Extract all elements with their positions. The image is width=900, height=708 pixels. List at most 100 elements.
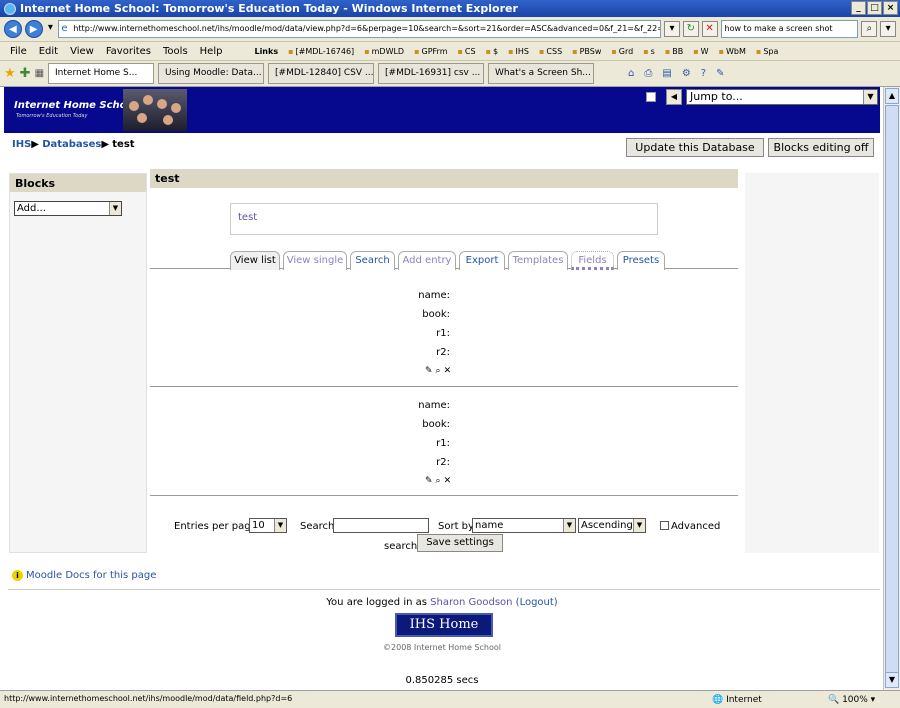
menu-file[interactable]: File	[10, 46, 27, 57]
user-link[interactable]: Sharon Goodson	[430, 597, 512, 608]
entries-per-page-value: 10	[252, 520, 265, 531]
refresh-icon[interactable]: ↻	[682, 21, 699, 37]
right-column	[745, 173, 879, 553]
edit-icon[interactable]: ✎	[425, 476, 433, 486]
add-favorite-icon[interactable]: ✚	[20, 66, 31, 81]
scroll-up-icon[interactable]: ▲	[885, 88, 899, 104]
home-icon[interactable]: ⌂	[628, 68, 634, 79]
link-item[interactable]: PBSw	[572, 47, 602, 56]
page-icon[interactable]: ▤	[662, 68, 671, 79]
sort-by-select[interactable]: name ▼	[472, 518, 576, 533]
moodle-docs-link[interactable]: i Moodle Docs for this page	[12, 570, 156, 581]
maximize-button[interactable]: □	[867, 1, 882, 15]
menu-help[interactable]: Help	[200, 46, 223, 57]
entries-per-page-select[interactable]: 10 ▼	[249, 518, 287, 533]
menu-tools[interactable]: Tools	[163, 46, 188, 57]
browser-tab[interactable]: Internet Home S...	[48, 63, 155, 84]
browser-tab[interactable]: [#MDL-12840] CSV ...	[268, 63, 375, 84]
help-icon[interactable]: ?	[701, 68, 706, 79]
links-toolbar: Links [#MDL-16746] mDWLD GPFrm CS $ IHS …	[254, 47, 778, 56]
tab-fields[interactable]: Fields	[571, 251, 614, 270]
browser-tab[interactable]: Using Moodle: Data...	[158, 63, 265, 84]
history-dropdown-icon[interactable]: ▾	[46, 21, 56, 37]
search-input[interactable]	[333, 518, 429, 533]
print-icon[interactable]: ⎙	[644, 68, 652, 79]
link-item[interactable]: IHS	[508, 47, 529, 56]
search-icon[interactable]: ⌕	[861, 21, 878, 37]
page-viewport: Internet Home School Tomorrow's Educatio…	[4, 87, 883, 690]
link-item[interactable]: W	[693, 47, 709, 56]
link-item[interactable]: Spa	[756, 47, 778, 56]
tab-presets[interactable]: Presets	[617, 251, 665, 270]
favorites-star-icon[interactable]: ★	[4, 66, 16, 81]
vertical-scrollbar[interactable]: ▲ ▼	[883, 87, 900, 690]
tab-view-list[interactable]: View list	[230, 251, 280, 270]
stop-icon[interactable]: ✕	[701, 21, 718, 37]
menu-favorites[interactable]: Favorites	[106, 46, 151, 57]
ihs-home-button[interactable]: IHS Home	[395, 613, 493, 637]
forward-button[interactable]: ▶	[24, 20, 43, 38]
header-icon[interactable]	[646, 92, 656, 102]
live-search-input[interactable]: how to make a screen shot	[720, 20, 859, 38]
link-item[interactable]: CS	[458, 47, 476, 56]
research-icon[interactable]: ✎	[716, 68, 724, 79]
site-logo-title[interactable]: Internet Home School	[14, 100, 137, 111]
link-item[interactable]: GPFrm	[414, 47, 448, 56]
link-item[interactable]: mDWLD	[364, 47, 404, 56]
breadcrumb-sep: ▶	[31, 139, 39, 150]
link-item[interactable]: s	[643, 47, 655, 56]
url-input[interactable]: http://www.internethomeschool.net/ihs/mo…	[58, 20, 662, 38]
link-item[interactable]: $	[486, 47, 498, 56]
back-button[interactable]: ◀	[4, 20, 22, 38]
close-button[interactable]: ×	[883, 1, 898, 15]
security-zone: 🌐 Internet	[712, 695, 762, 705]
tab-export[interactable]: Export	[459, 251, 505, 270]
advanced-label: Advanced	[671, 521, 721, 532]
update-database-button[interactable]: Update this Database	[626, 138, 764, 157]
browser-tab[interactable]: [#MDL-16931] csv ...	[378, 63, 485, 84]
delete-icon[interactable]: ✕	[444, 366, 452, 376]
sort-order-select[interactable]: Ascending ▼	[578, 518, 646, 533]
scroll-thumb[interactable]	[885, 105, 899, 681]
field-label-book: book:	[422, 309, 450, 320]
scroll-down-icon[interactable]: ▼	[885, 672, 899, 688]
tab-add-entry[interactable]: Add entry	[398, 251, 456, 270]
zoom-label[interactable]: 100%	[842, 695, 868, 705]
tab-templates[interactable]: Templates	[508, 251, 568, 270]
link-item[interactable]: [#MDL-16746]	[288, 47, 355, 56]
tools-icon[interactable]: ⚙	[682, 68, 691, 79]
add-block-select[interactable]: Add... ▼	[14, 201, 122, 216]
blocks-editing-off-button[interactable]: Blocks editing off	[768, 138, 874, 157]
jump-previous-arrow-icon[interactable]: ◀	[666, 89, 682, 105]
logged-in-prefix: You are logged in as	[326, 597, 431, 608]
sort-order-value: Ascending	[581, 520, 633, 531]
advanced-search-checkbox[interactable]	[660, 521, 669, 530]
link-item[interactable]: WbM	[719, 47, 746, 56]
field-label-name: name:	[418, 400, 450, 411]
search-options-icon[interactable]: ▾	[880, 21, 896, 37]
moodle-docs-label[interactable]: Moodle Docs for this page	[26, 570, 156, 581]
delete-icon[interactable]: ✕	[444, 476, 452, 486]
breadcrumb-databases[interactable]: Databases	[42, 139, 101, 150]
quick-tabs-icon[interactable]: ▦	[35, 68, 44, 79]
link-item[interactable]: CSS	[539, 47, 562, 56]
zoom-control[interactable]: 🔍 100% ▾	[828, 692, 875, 708]
tab-view-single[interactable]: View single	[283, 251, 347, 270]
minimize-button[interactable]: _	[851, 1, 866, 15]
search-icon[interactable]: ⌕	[436, 476, 441, 486]
url-dropdown-icon[interactable]: ▾	[664, 21, 680, 37]
tab-search[interactable]: Search	[350, 251, 395, 270]
logout-link[interactable]: (Logout)	[516, 597, 558, 608]
save-settings-button[interactable]: Save settings	[417, 534, 503, 552]
breadcrumb-home[interactable]: IHS	[12, 139, 31, 150]
browser-tab[interactable]: What's a Screen Sh...	[488, 63, 595, 84]
jump-to-select[interactable]: Jump to... ▼	[686, 89, 878, 105]
search-icon[interactable]: ⌕	[436, 366, 441, 376]
edit-icon[interactable]: ✎	[425, 366, 433, 376]
menu-view[interactable]: View	[70, 46, 94, 57]
link-item[interactable]: Grd	[611, 47, 633, 56]
graduates-logo-image	[123, 89, 187, 131]
menu-edit[interactable]: Edit	[39, 46, 58, 57]
field-label-name: name:	[418, 290, 450, 301]
link-item[interactable]: BB	[665, 47, 683, 56]
